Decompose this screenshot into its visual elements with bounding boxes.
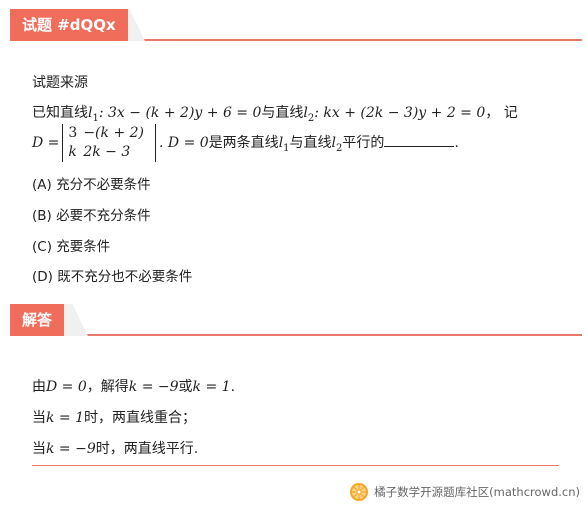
det-cell: −(k + 2) bbox=[83, 125, 145, 141]
solution-math: k = −9 bbox=[128, 379, 179, 395]
option-label: (D) bbox=[32, 269, 53, 285]
header-underline bbox=[10, 334, 582, 336]
problem-section-header: 试题 #dQQx bbox=[10, 9, 582, 41]
det-cell: 2k − 3 bbox=[83, 144, 131, 160]
solution-math: k = 1 bbox=[46, 410, 85, 426]
option-d: (D) 既不充分也不必要条件 bbox=[32, 265, 192, 285]
stem-text: 是两条直线 bbox=[208, 135, 279, 151]
option-text: 充要条件 bbox=[56, 239, 111, 255]
solution-line-1: 由D = 0，解得k = −9或k = 1. bbox=[32, 376, 235, 396]
solution-text: 或 bbox=[178, 379, 193, 395]
solution-math: k = −9 bbox=[46, 441, 96, 457]
option-a: (A) 充分不必要条件 bbox=[32, 173, 151, 193]
option-b: (B) 必要不充分条件 bbox=[32, 204, 151, 224]
stem-text: . bbox=[454, 135, 459, 151]
determinant: 3 −(k + 2) k 2k − 3 bbox=[62, 124, 157, 162]
solution-line-3: 当k = −9时，两直线平行. bbox=[32, 438, 198, 458]
problem-stem-line-2: D = 3 −(k + 2) k 2k − 3 . D = 0是两条直线l1与直线l… bbox=[32, 124, 459, 162]
site-footer[interactable]: 橘子数学开源题库社区(mathcrowd.cn) bbox=[349, 482, 580, 502]
answer-blank bbox=[384, 133, 455, 147]
stem-text: 与直线 bbox=[261, 105, 304, 121]
problem-title: 试题 #dQQx bbox=[10, 9, 128, 41]
solution-text: . bbox=[230, 379, 236, 395]
det-cell: 3 bbox=[68, 125, 78, 141]
solution-section-header: 解答 bbox=[10, 304, 582, 336]
solution-text: 由 bbox=[32, 379, 46, 395]
solution-text: ，解得 bbox=[86, 379, 129, 395]
orange-slice-icon bbox=[350, 483, 369, 501]
stem-text: 已知直线 bbox=[32, 105, 88, 121]
option-text: 既不充分也不必要条件 bbox=[57, 269, 193, 285]
problem-stem-line-1: 已知直线l1: 3x − (k + 2)y + 6 = 0与直线l2: kx +… bbox=[32, 102, 518, 124]
header-tab-shadow bbox=[64, 304, 88, 336]
solution-title: 解答 bbox=[10, 304, 65, 336]
solution-math: D = 0 bbox=[46, 379, 87, 395]
stem-text: 与直线 bbox=[289, 135, 332, 151]
option-text: 充分不必要条件 bbox=[56, 177, 151, 193]
line-l2: l2 bbox=[303, 105, 314, 124]
solution-divider bbox=[32, 465, 559, 466]
line-l1: l1 bbox=[88, 105, 99, 124]
determinant-label: D = bbox=[32, 135, 60, 151]
solution-text: 当 bbox=[32, 441, 46, 457]
l2-equation: : kx + (2k − 3)y + 2 = 0 bbox=[314, 105, 486, 121]
option-label: (B) bbox=[32, 208, 52, 224]
footer-text[interactable]: 橘子数学开源题库社区(mathcrowd.cn) bbox=[374, 484, 580, 500]
det-cell: k bbox=[68, 144, 77, 160]
option-label: (C) bbox=[32, 239, 52, 255]
solution-text: 当 bbox=[32, 410, 46, 426]
stem-text: ， 记 bbox=[485, 105, 518, 121]
option-text: 必要不充分条件 bbox=[56, 208, 151, 224]
solution-text: 时，两直线平行. bbox=[95, 441, 199, 457]
stem-text: 平行的 bbox=[342, 135, 385, 151]
problem-source[interactable]: 试题来源 bbox=[32, 72, 88, 92]
option-c: (C) 充要条件 bbox=[32, 235, 110, 255]
line-l1: l1 bbox=[279, 135, 290, 154]
det-condition: . D = 0 bbox=[159, 135, 209, 151]
line-l2: l2 bbox=[332, 135, 343, 154]
solution-line-2: 当k = 1时，两直线重合； bbox=[32, 407, 196, 427]
solution-text: 时，两直线重合； bbox=[84, 410, 197, 426]
l1-equation: : 3x − (k + 2)y + 6 = 0 bbox=[98, 105, 262, 121]
option-label: (A) bbox=[32, 177, 52, 193]
solution-math: k = 1 bbox=[192, 379, 231, 395]
